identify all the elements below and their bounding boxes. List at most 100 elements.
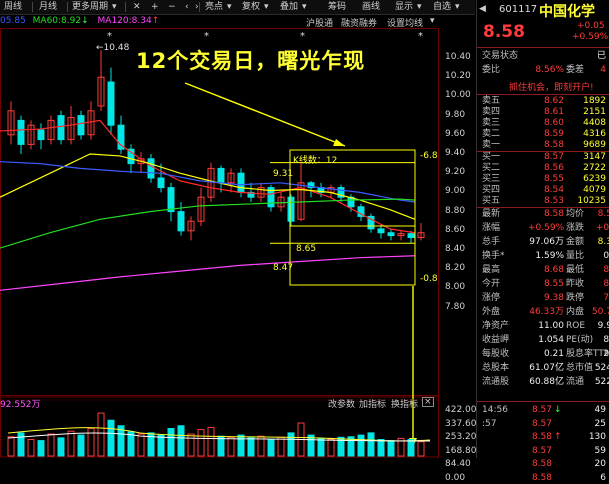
stat-value: 8.55: [543, 279, 564, 289]
stat-label-2: 跌停: [566, 293, 585, 303]
price-pane-frame: [0, 28, 439, 396]
candle-body: [387, 232, 395, 237]
stats-row: 涨幅 +0.59%涨跌 +0.: [482, 223, 609, 234]
stats-row: 换手* 1.59%量比 0.: [482, 251, 609, 262]
ask-row[interactable]: 卖一 8.58 9689: [482, 140, 609, 151]
period-week-button[interactable]: 周线: [2, 1, 24, 13]
box-top-label: 9.31: [273, 169, 294, 179]
stats-row: 涨停 9.38跌停 7.: [482, 293, 609, 304]
ask-label: 卖一: [482, 140, 501, 150]
tick-direction-icon: ↑: [554, 432, 562, 443]
ask-volume: 4316: [583, 129, 606, 139]
high-price-marker: ←10.48: [96, 43, 130, 53]
stat-label-2: 昨收: [566, 279, 585, 289]
candle-body: [407, 233, 415, 239]
volume-bar: [267, 439, 275, 457]
overlay-button[interactable]: 叠加: [278, 1, 300, 13]
open-account-link[interactable]: 抓住机会，即刻开户!: [509, 80, 594, 93]
candle-body: [237, 172, 245, 193]
volume-bar: [107, 419, 115, 457]
chevron-down-icon[interactable]: ▾: [112, 1, 117, 13]
stat-value-2: 7.: [603, 293, 609, 303]
zoom-out-button[interactable]: −: [166, 1, 178, 13]
candle-body: [107, 81, 115, 126]
chevron-down-icon[interactable]: ▾: [417, 1, 422, 13]
tick-row: :57 8.57 25: [482, 419, 609, 430]
highlight-button[interactable]: 亮点: [203, 1, 225, 13]
tick-volume: 49: [594, 405, 606, 415]
divider: [199, 2, 200, 12]
bid-row[interactable]: 买二 8.56 2722: [482, 163, 609, 174]
draw-button[interactable]: 画线: [360, 1, 382, 13]
tick-price: 8.58: [531, 459, 552, 470]
ask-row[interactable]: 卖四 8.61 2151: [482, 107, 609, 118]
bid-price: 8.57: [543, 152, 564, 162]
stat-label: 总手: [482, 237, 501, 247]
chevron-down-icon[interactable]: ▾: [264, 1, 269, 13]
add-indicator-button[interactable]: 加指标: [359, 397, 386, 410]
kline-chart[interactable]: * * * *: [0, 28, 476, 458]
candle-body: [157, 177, 165, 189]
ask-price: 8.58: [543, 140, 564, 150]
volume-bar: [177, 425, 185, 457]
ma-legend: 05.85 MA60:8.92↓ MA120:8.34↑: [0, 16, 240, 28]
volume-bar: [7, 436, 15, 457]
ma5-value: 05.85: [0, 16, 26, 26]
volume-bar: [217, 435, 225, 457]
chevron-down-icon[interactable]: ▾: [455, 1, 460, 13]
stat-label-2: 量比: [566, 251, 585, 261]
stat-value: 61.07亿: [529, 363, 564, 373]
stat-label-2: 均价: [566, 209, 585, 219]
annotation-arrow: [184, 82, 346, 147]
chevron-down-icon[interactable]: ▾: [302, 1, 307, 13]
volume-axis-tick: 84.40: [445, 459, 471, 470]
volume-bar: [237, 434, 245, 457]
ask-price: 8.62: [543, 96, 564, 106]
period-month-button[interactable]: 月线: [37, 1, 59, 13]
chevron-down-icon[interactable]: ▾: [430, 16, 435, 26]
stats-row: 净资产 11.00ROE 9.9: [482, 321, 609, 332]
candle-body: [167, 187, 175, 213]
stat-value-2: 9.9: [597, 321, 609, 331]
watchlist-button[interactable]: 自选: [431, 1, 453, 13]
tick-price: 8.58: [531, 473, 552, 483]
bid-row[interactable]: 买五 8.53 10235: [482, 196, 609, 207]
divider: [477, 94, 609, 95]
price-change: +0.05: [577, 21, 605, 31]
edit-params-button[interactable]: 改参数: [328, 397, 355, 410]
ask-row[interactable]: 卖二 8.59 4316: [482, 129, 609, 140]
ask-price: 8.60: [543, 118, 564, 128]
stat-value-2: 0.: [603, 251, 609, 261]
chevron-down-icon[interactable]: ▾: [227, 1, 232, 13]
trade-status-value: 已: [596, 51, 606, 61]
volume-bar: [247, 437, 255, 457]
zoom-in-button[interactable]: +: [149, 1, 161, 13]
switch-indicator-button[interactable]: 换指标: [391, 397, 418, 410]
bid-volume: 3147: [583, 152, 606, 162]
chips-button[interactable]: 筹码: [326, 1, 348, 13]
ask-row[interactable]: 卖三 8.60 4408: [482, 118, 609, 129]
close-button[interactable]: ✕: [131, 1, 143, 13]
bid-row[interactable]: 买四 8.54 4079: [482, 185, 609, 196]
prev-button[interactable]: ‹: [183, 1, 191, 13]
ask-label: 卖四: [482, 107, 501, 117]
bid-row[interactable]: 买一 8.57 3147: [482, 152, 609, 163]
bid-label: 买二: [482, 163, 501, 173]
event-marker: *: [300, 31, 305, 42]
stat-value-2: 8.: [603, 279, 609, 289]
stat-value: 1.59%: [535, 251, 564, 261]
stats-row: 最高 8.68最低 8.: [482, 265, 609, 276]
event-marker: *: [107, 31, 112, 42]
stat-value-2: 524: [594, 363, 609, 373]
menu-icon[interactable]: ◀: [479, 4, 486, 14]
close-pane-button[interactable]: ×: [422, 397, 434, 407]
bid-row[interactable]: 买三 8.55 6239: [482, 174, 609, 185]
adjust-button[interactable]: 复权: [240, 1, 262, 13]
bid-price: 8.56: [543, 163, 564, 173]
stat-value: 97.06万: [529, 237, 564, 247]
display-button[interactable]: 显示: [393, 1, 415, 13]
ask-row[interactable]: 卖五 8.62 1892: [482, 96, 609, 107]
stats-row: 每股收0.21股息率TTM2.: [482, 349, 609, 360]
tick-row: 8.58 ↑ 130: [482, 432, 609, 443]
more-periods-button[interactable]: 更多周期: [70, 1, 110, 13]
